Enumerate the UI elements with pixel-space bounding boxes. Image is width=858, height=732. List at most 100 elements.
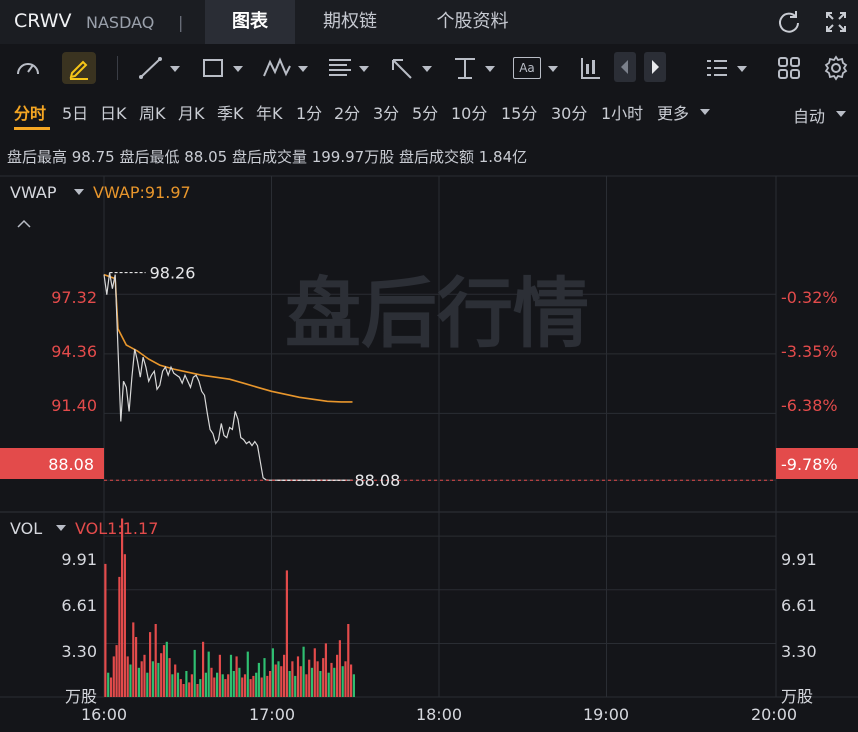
price-axis-label: 97.32 [51,288,97,307]
volume-bar [107,672,110,697]
volume-bar [319,671,322,697]
volume-bar [129,664,132,697]
volume-bar [350,664,353,697]
volume-bar [257,662,260,697]
volume-bar [154,624,157,697]
vol-value: VOL1:1.17 [75,519,158,538]
volume-bar [294,675,297,697]
volume-bar [221,674,224,697]
volume-bars [104,518,355,697]
volume-bar [243,674,247,697]
volume-bar [210,667,213,697]
volume-bar [126,656,129,697]
volume-bar [263,658,266,697]
volume-bar [313,648,316,697]
price-axis-label: 91.40 [51,396,97,415]
volume-bar [112,656,115,697]
chevron-down-icon[interactable] [56,525,66,531]
volume-bar [229,654,233,697]
volume-bar [140,661,143,697]
volume-bar [165,641,168,697]
volume-bar [176,672,180,697]
collapse-icon[interactable] [17,219,31,228]
volume-bar [193,649,196,697]
volume-bar [135,637,138,697]
volume-bar [121,518,124,697]
volume-bar [271,648,274,697]
volume-unit-label: 万股 [781,687,813,706]
volume-bar [333,667,336,697]
current-pct-label: -9.78% [781,455,838,474]
volume-bar [202,641,205,697]
volume-indicator-label[interactable]: VOL [10,519,42,538]
volume-bar [104,563,107,697]
pct-axis-label: -0.32% [781,288,838,307]
time-axis-label: 20:00 [751,705,797,724]
volume-bar [255,672,258,697]
intraday-chart[interactable]: 盘后行情 VWAP VWAP:91.97 97.32 94.36 91.40 8… [0,0,858,732]
pct-axis-label: -6.38% [781,396,838,415]
volume-bar [288,671,291,697]
volume-axis-label: 9.91 [61,550,97,569]
volume-bar [269,671,272,697]
volume-bar [238,667,241,697]
volume-bar [291,661,294,697]
volume-bar [285,570,288,697]
volume-bar [199,679,202,697]
volume-bar [274,664,277,697]
volume-bar [316,661,319,697]
volume-axis-label: 6.61 [61,596,97,615]
volume-bar [132,622,135,697]
volume-bar [168,658,171,697]
time-axis-label: 16:00 [81,705,127,724]
volume-bar [218,654,221,697]
volume-bar [157,662,160,697]
volume-bar [252,675,255,697]
pct-axis-label: -3.35% [781,342,838,361]
volume-bar [352,674,355,697]
price-indicator-label[interactable]: VWAP [10,183,57,202]
volume-bar [182,684,185,697]
volume-bar [235,656,238,697]
volume-bar [109,677,113,697]
volume-bar [266,675,269,697]
volume-bar [162,645,166,697]
volume-bar [115,645,118,697]
volume-bar [302,646,305,697]
chevron-down-icon[interactable] [74,189,84,195]
volume-bar [322,658,325,697]
volume-bar [171,674,174,697]
volume-bar [207,651,210,697]
price-axis-label: 94.36 [51,342,97,361]
volume-bar [179,679,182,697]
volume-bar [232,671,235,697]
volume-bar [185,671,188,697]
volume-unit-label: 万股 [65,687,97,706]
time-axis-label: 19:00 [583,705,629,724]
time-axis-label: 18:00 [416,705,462,724]
volume-bar [213,677,216,697]
time-axis-label: 17:00 [249,705,295,724]
volume-bar [204,672,207,697]
volume-bar [146,672,149,697]
volume-axis-label: 3.30 [781,642,817,661]
volume-bar [338,640,341,697]
volume-bar [299,666,302,697]
high-marker-label: 98.26 [150,264,196,283]
volume-axis-label: 3.30 [61,642,97,661]
volume-bar [216,672,219,697]
volume-bar [260,677,263,697]
chart-grid [0,175,858,698]
volume-bar [341,666,344,697]
volume-bar [336,654,339,697]
volume-bar [280,666,283,697]
volume-bar [296,656,300,697]
volume-axis-label: 6.61 [781,596,817,615]
volume-bar [327,672,330,697]
volume-bar [118,576,121,697]
volume-bar [149,632,152,697]
volume-bar [123,554,126,697]
volume-bar [227,674,230,697]
volume-axis-label: 9.91 [781,550,817,569]
volume-bar [160,653,163,697]
